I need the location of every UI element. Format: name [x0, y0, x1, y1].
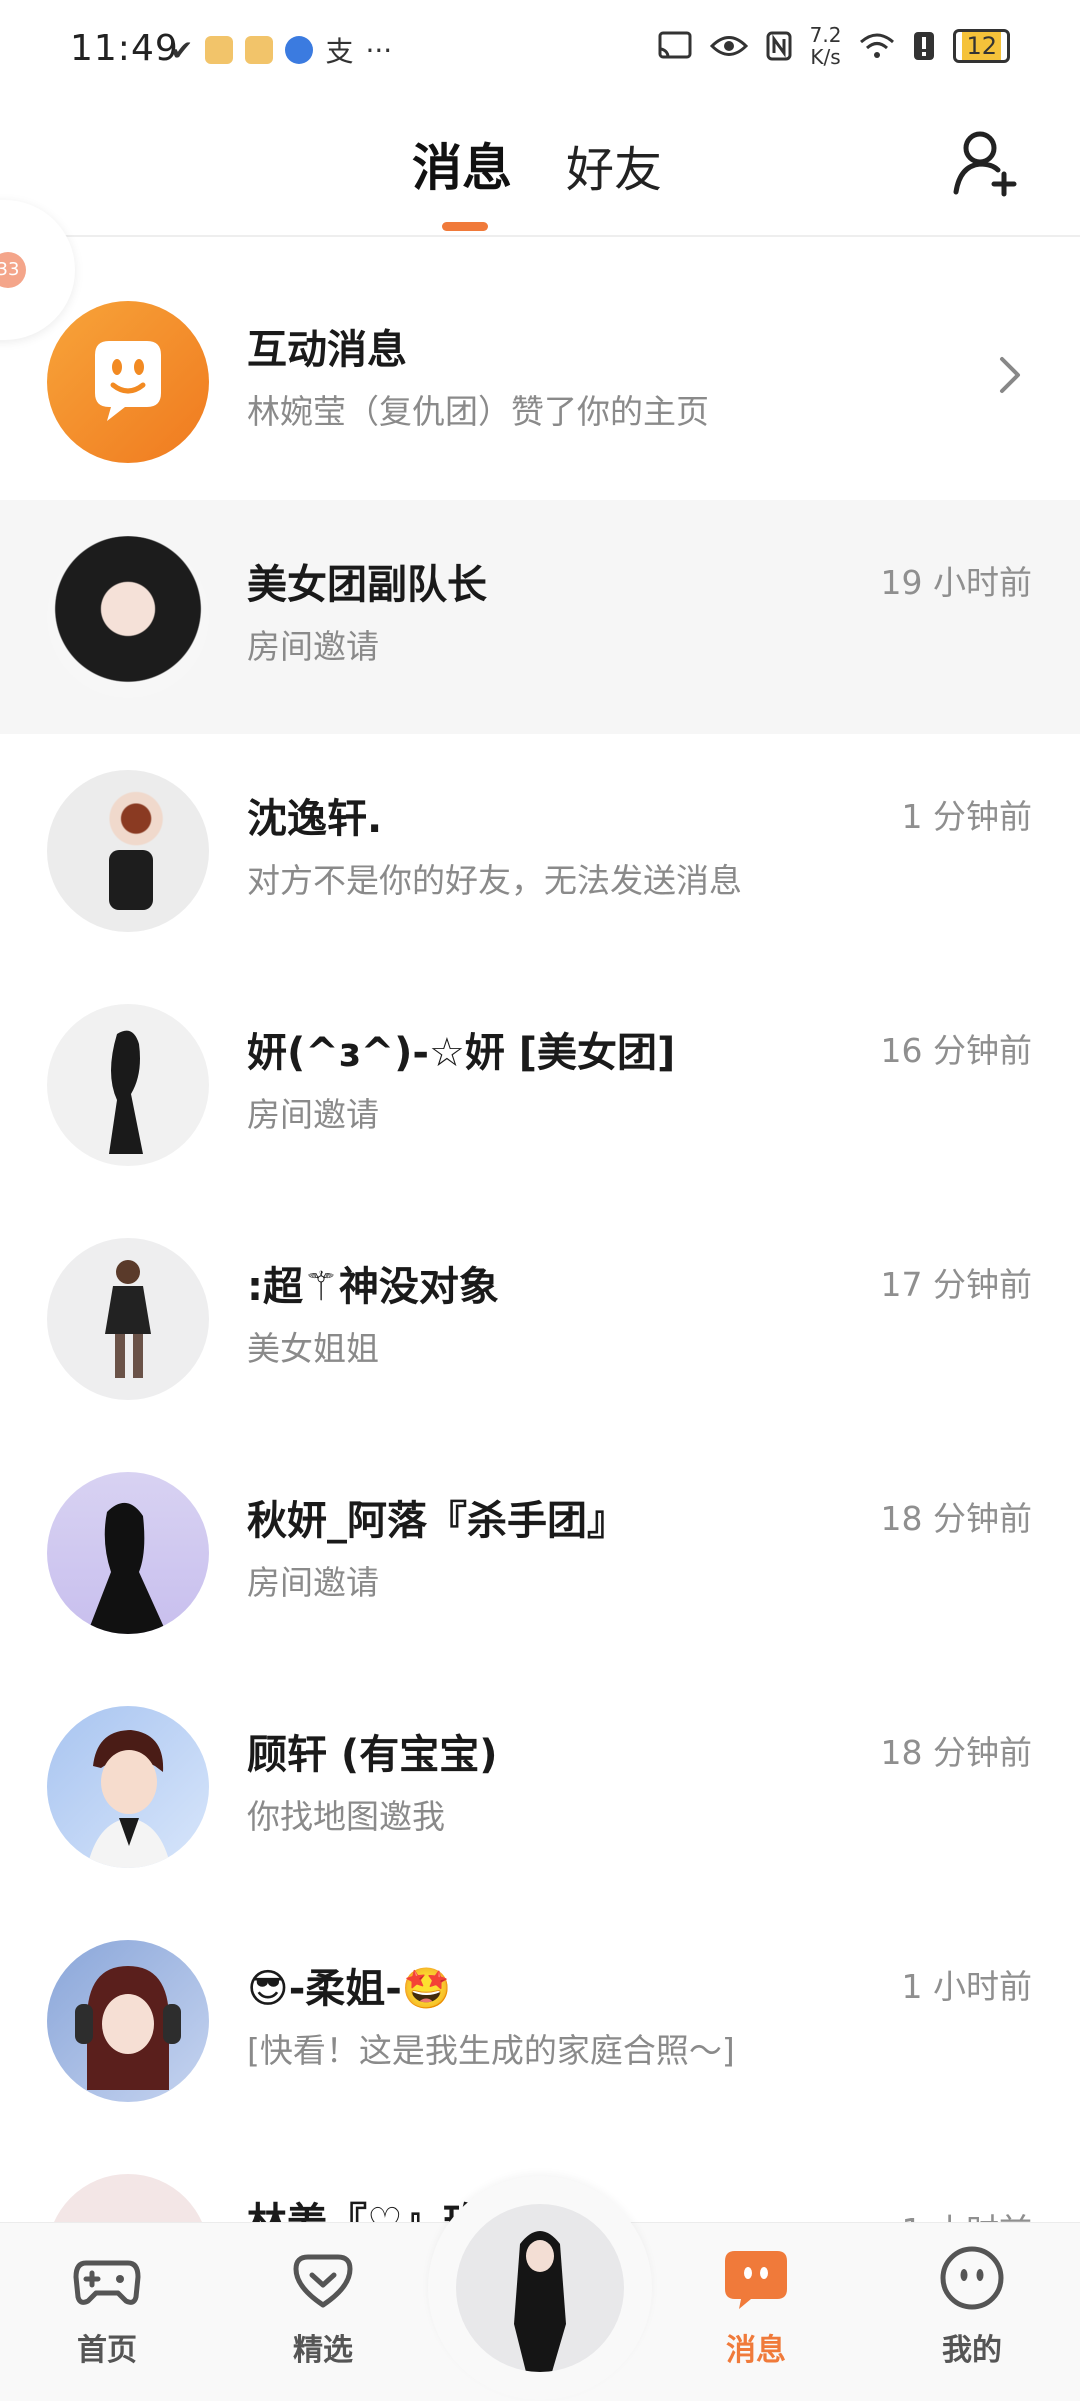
list-item[interactable]: 秋妍_阿落『杀手团』 房间邀请 18 分钟前: [0, 1436, 1080, 1670]
avatar: [47, 1238, 209, 1400]
message-time: 19 小时前: [880, 563, 1032, 602]
message-time: 16 分钟前: [880, 1031, 1032, 1070]
app-notification-icon: [245, 36, 274, 64]
nav-label: 我的: [942, 2333, 1002, 2368]
nav-messages[interactable]: 消息: [696, 2243, 816, 2369]
avatar-figure-icon: [105, 1260, 151, 1378]
heart-icon: [293, 2254, 353, 2308]
avatar-figure-icon: [109, 850, 153, 910]
nfc-icon: [766, 31, 792, 61]
interaction-title: 互动消息: [247, 327, 407, 373]
nav-label: 消息: [726, 2333, 786, 2368]
signal-app-icon: ✔: [170, 33, 194, 67]
avatar: [47, 1940, 209, 2102]
avatar: [47, 1004, 209, 1166]
browser-notification-icon: [285, 36, 314, 64]
message-time: 1 小时前: [901, 1967, 1033, 2006]
list-item[interactable]: 顾轩 (有宝宝) 你找地图邀我 18 分钟前: [0, 1670, 1080, 1904]
contact-name: 美女团副队长: [247, 562, 487, 608]
chat-icon: [725, 2251, 787, 2309]
interaction-chat-icon: [47, 301, 209, 463]
message-preview: 房间邀请: [247, 1563, 379, 1602]
avatar: [47, 2174, 209, 2222]
active-tab-indicator: [442, 222, 488, 231]
message-time: 18 分钟前: [880, 1733, 1032, 1772]
avatar-figure-icon: [75, 1966, 181, 2090]
speed-unit: K/s: [810, 45, 841, 69]
avatar: [47, 1472, 209, 1634]
avatar-figure-icon: [87, 1502, 167, 1634]
app-notification-icon: [205, 36, 234, 64]
contact-name: 沈逸轩.: [247, 796, 383, 842]
list-item[interactable]: 美女团副队长 房间邀请 19 小时前: [0, 500, 1080, 734]
chevron-right-icon: [1000, 357, 1020, 393]
eye-icon: [709, 36, 748, 56]
center-avatar-button[interactable]: [456, 2204, 624, 2372]
add-user-icon[interactable]: [952, 128, 1022, 198]
battery-level: 12: [962, 32, 1001, 60]
nav-home[interactable]: 首页: [47, 2243, 167, 2369]
message-time: 1 分钟前: [901, 797, 1033, 836]
status-bar: 11:49 ✔ 支 ··· 7.2 K/s 12: [0, 0, 1080, 100]
message-time: 18 分钟前: [880, 1499, 1032, 1538]
contact-name: 😎-柔姐-🤩: [247, 1966, 452, 2012]
contact-name: :超⚚神没对象: [247, 1264, 499, 1310]
message-preview: 对方不是你的好友，无法发送消息: [247, 861, 742, 900]
tab-messages[interactable]: 消息: [412, 128, 512, 200]
tab-friends[interactable]: 好友: [566, 130, 662, 200]
avatar-figure-icon: [109, 1030, 143, 1154]
nav-featured[interactable]: 精选: [263, 2243, 383, 2369]
avatar: [47, 770, 209, 932]
battery-icon: 12: [953, 29, 1010, 63]
speed-value: 7.2: [809, 23, 842, 47]
gamepad-icon: [73, 2260, 141, 2305]
list-item[interactable]: :超⚚神没对象 美女姐姐 17 分钟前: [0, 1202, 1080, 1436]
network-speed: 7.2 K/s: [810, 24, 842, 68]
smile-bubble-icon: [95, 341, 161, 421]
list-item[interactable]: 沈逸轩. 对方不是你的好友，无法发送消息 1 分钟前: [0, 734, 1080, 968]
interaction-messages-row[interactable]: 互动消息 林婉莹（复仇团）赞了你的主页: [0, 265, 1080, 499]
face-icon: [940, 2246, 1004, 2310]
avatar-figure-icon: [514, 2231, 566, 2372]
message-time: 17 分钟前: [880, 1265, 1032, 1304]
message-preview: 房间邀请: [247, 627, 379, 666]
avatar: [47, 1706, 209, 1868]
list-item[interactable]: 😎-柔姐-🤩 [快看！这是我生成的家庭合照～] 1 小时前: [0, 1904, 1080, 2138]
status-time: 11:49: [70, 28, 179, 69]
message-preview: 房间邀请: [247, 1095, 379, 1134]
interaction-subtitle: 林婉莹（复仇团）赞了你的主页: [247, 392, 709, 431]
contact-name: 顾轩 (有宝宝): [247, 1732, 498, 1778]
wifi-icon: [860, 33, 895, 58]
notification-icons: ✔ 支 ···: [170, 30, 392, 70]
message-preview: 美女姐姐: [247, 1329, 379, 1368]
avatar-figure-icon: [87, 1730, 171, 1868]
system-icons: 7.2 K/s 12: [658, 24, 1010, 68]
nav-profile[interactable]: 我的: [912, 2243, 1032, 2369]
contact-name: 秋妍_阿落『杀手团』: [247, 1498, 627, 1544]
message-preview: [快看！这是我生成的家庭合照～]: [247, 2031, 735, 2070]
alipay-icon: 支: [325, 35, 354, 68]
message-time: 1 小时前: [902, 2204, 1033, 2222]
alert-icon: [914, 32, 935, 60]
avatar: [47, 536, 209, 698]
list-item[interactable]: 妍(^ɜ^)-☆妍 [美女团] 房间邀请 16 分钟前: [0, 968, 1080, 1202]
nav-label: 精选: [293, 2333, 353, 2368]
message-preview: 你找地图邀我: [247, 1797, 445, 1836]
contact-name: 妍(^ɜ^)-☆妍 [美女团]: [247, 1030, 676, 1076]
top-header: 消息 好友: [0, 100, 1080, 237]
more-notifications-icon: ···: [365, 33, 393, 67]
cast-icon: [658, 31, 692, 59]
nav-label: 首页: [77, 2333, 137, 2368]
